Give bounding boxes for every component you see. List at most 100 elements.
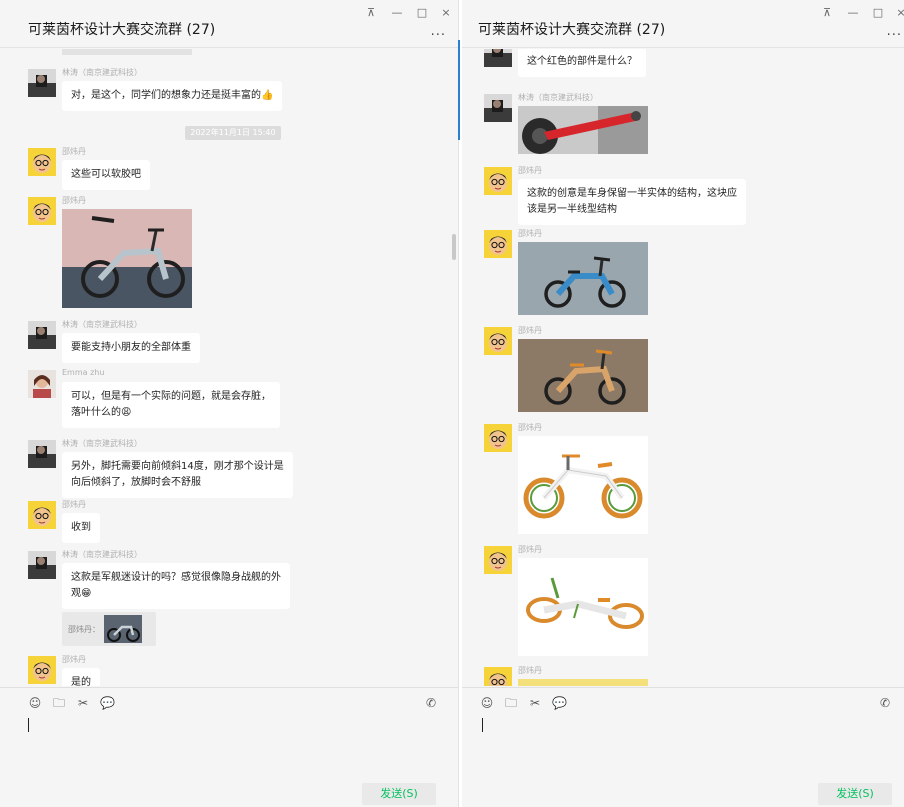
avatar[interactable]	[484, 94, 512, 122]
message-line: 可以，但是有一个实际的问题，就是会存脏，	[71, 391, 271, 402]
yellow-image-partial[interactable]	[518, 679, 648, 686]
sender-name: 林涛（南京建武科技）	[62, 550, 142, 559]
message-bubble[interactable]: 可以，但是有一个实际的问题，就是会存脏， 落叶什么的😩	[62, 382, 280, 428]
sender-name: 邵炜丹	[518, 423, 542, 432]
pin-icon[interactable]: ⊼	[820, 6, 834, 19]
avatar[interactable]	[484, 49, 512, 67]
sender-name: Emma zhu	[62, 368, 105, 377]
chat-title: 可莱茵杯设计大赛交流群 (27)	[28, 22, 216, 38]
input-toolbar: ☺ 🗀 ✂ 💬 ✆	[462, 687, 904, 710]
avatar[interactable]	[484, 230, 512, 258]
blue-bike-image[interactable]	[518, 242, 648, 315]
scrollbar-thumb[interactable]	[452, 234, 456, 260]
message-line: 观😁	[71, 588, 92, 599]
avatar[interactable]	[28, 69, 56, 97]
scissors-icon[interactable]: ✂	[76, 696, 90, 710]
sender-name: 林涛（南京建武科技）	[518, 93, 598, 102]
sender-name: 邵炜丹	[518, 545, 542, 554]
title-bar: 可莱茵杯设计大赛交流群 (27) ⊼ — □ × ...	[0, 0, 458, 48]
maximize-icon[interactable]: □	[871, 6, 885, 19]
sender-name: 林涛（南京建武科技）	[62, 439, 142, 448]
message-bubble[interactable]: 这款的创意是车身保留一半实体的结构，这块应 该是另一半线型结构	[518, 179, 746, 225]
close-icon[interactable]: ×	[894, 6, 904, 19]
message-bubble[interactable]: 对，是这个，同学们的想象力还是挺丰富的👍	[62, 81, 283, 111]
desktop: 可莱茵杯设计大赛交流群 (27) ⊼ — □ × ... 林涛（南京建武科技） …	[0, 0, 904, 807]
sender-name: 林涛（南京建武科技）	[62, 68, 142, 77]
chat-title: 可莱茵杯设计大赛交流群 (27)	[478, 22, 666, 38]
sender-name: 邵炜丹	[518, 326, 542, 335]
bike-image[interactable]	[62, 209, 192, 308]
message-line: 向后倾斜了，放脚时会不舒服	[71, 477, 201, 488]
avatar[interactable]	[28, 370, 56, 398]
message-bubble[interactable]: 是的	[62, 668, 100, 686]
message-bubble[interactable]: 收到	[62, 513, 100, 543]
chat-history-icon[interactable]: 💬	[552, 696, 567, 710]
avatar[interactable]	[484, 327, 512, 355]
minimize-icon[interactable]: —	[846, 6, 860, 19]
sender-name: 邵炜丹	[518, 666, 542, 675]
folder-icon[interactable]: 🗀	[52, 696, 66, 710]
window-focus-accent	[458, 40, 460, 140]
avatar[interactable]	[28, 440, 56, 468]
quoted-message[interactable]: 邵炜丹：	[62, 612, 156, 646]
call-icon[interactable]: ✆	[878, 696, 892, 710]
message-bubble[interactable]: 要能支持小朋友的全部体重	[62, 333, 200, 363]
message-input[interactable]	[482, 718, 483, 732]
message-line: 该是另一半线型结构	[527, 204, 617, 215]
message-line: 这款的创意是车身保留一半实体的结构，这块应	[527, 188, 737, 199]
emoji-icon[interactable]: ☺	[480, 696, 494, 710]
avatar[interactable]	[28, 551, 56, 579]
scissors-icon[interactable]: ✂	[528, 696, 542, 710]
message-line: 另外，脚托需要向前倾斜14度，刚才那个设计是	[71, 461, 284, 472]
sender-name: 邵炜丹	[518, 166, 542, 175]
message-bubble[interactable]: 这些可以软胶吧	[62, 160, 150, 190]
call-icon[interactable]: ✆	[424, 696, 438, 710]
close-icon[interactable]: ×	[439, 6, 453, 19]
message-bubble[interactable]: 这款是军舰迷设计的吗？感觉很像隐身战舰的外 观😁	[62, 563, 290, 609]
minimize-icon[interactable]: —	[390, 6, 404, 19]
message-bubble[interactable]: 这个红色的部件是什么？	[518, 49, 646, 77]
avatar[interactable]	[484, 667, 512, 686]
avatar[interactable]	[28, 321, 56, 349]
avatar[interactable]	[28, 656, 56, 684]
quote-sender: 邵炜丹：	[68, 624, 100, 634]
sender-name: 邵炜丹	[62, 500, 86, 509]
quote-thumbnail	[104, 615, 142, 643]
sender-name: 邵炜丹	[62, 655, 86, 664]
sender-name: 邵炜丹	[62, 147, 86, 156]
pin-icon[interactable]: ⊼	[364, 6, 378, 19]
avatar[interactable]	[484, 424, 512, 452]
sender-name: 邵炜丹	[518, 229, 542, 238]
message-line: 落叶什么的😩	[71, 407, 132, 418]
message-list[interactable]: 林涛（南京建武科技） 对，是这个，同学们的想象力还是挺丰富的👍 2022年11月…	[0, 49, 458, 686]
sender-name: 邵炜丹	[62, 196, 86, 205]
message-list[interactable]: 这个红色的部件是什么？ 林涛（南京建武科技） 邵炜丹 这款的创意是车身保留一半实…	[462, 49, 904, 686]
maximize-icon[interactable]: □	[415, 6, 429, 19]
message-line: 这款是军舰迷设计的吗？感觉很像隐身战舰的外	[71, 572, 281, 583]
avatar[interactable]	[28, 501, 56, 529]
avatar[interactable]	[484, 546, 512, 574]
chat-window-right: 可莱茵杯设计大赛交流群 (27) ⊼ — □ × ... 这个红色的部件是什么？…	[462, 0, 904, 807]
avatar[interactable]	[484, 167, 512, 195]
avatar[interactable]	[28, 197, 56, 225]
emoji-icon[interactable]: ☺	[28, 696, 42, 710]
more-options-icon[interactable]: ...	[887, 24, 902, 39]
sender-name: 林涛（南京建武科技）	[62, 320, 142, 329]
previous-message-edge	[62, 49, 192, 55]
title-bar: 可莱茵杯设计大赛交流群 (27) ⊼ — □ × ...	[462, 0, 904, 48]
input-toolbar: ☺ 🗀 ✂ 💬 ✆	[0, 687, 458, 710]
red-part-image[interactable]	[518, 106, 648, 154]
orange-green-bike-image[interactable]	[518, 436, 648, 534]
send-button[interactable]: 发送(S)	[362, 783, 436, 805]
bike-top-view-image[interactable]	[518, 558, 648, 656]
folder-icon[interactable]: 🗀	[504, 696, 518, 710]
wooden-bike-image[interactable]	[518, 339, 648, 412]
send-button[interactable]: 发送(S)	[818, 783, 892, 805]
chat-window-left: 可莱茵杯设计大赛交流群 (27) ⊼ — □ × ... 林涛（南京建武科技） …	[0, 0, 458, 807]
more-options-icon[interactable]: ...	[431, 24, 446, 39]
chat-history-icon[interactable]: 💬	[100, 696, 115, 710]
message-input[interactable]	[28, 718, 29, 732]
message-bubble[interactable]: 另外，脚托需要向前倾斜14度，刚才那个设计是 向后倾斜了，放脚时会不舒服	[62, 452, 293, 498]
timestamp: 2022年11月1日 15:40	[185, 126, 281, 140]
avatar[interactable]	[28, 148, 56, 176]
